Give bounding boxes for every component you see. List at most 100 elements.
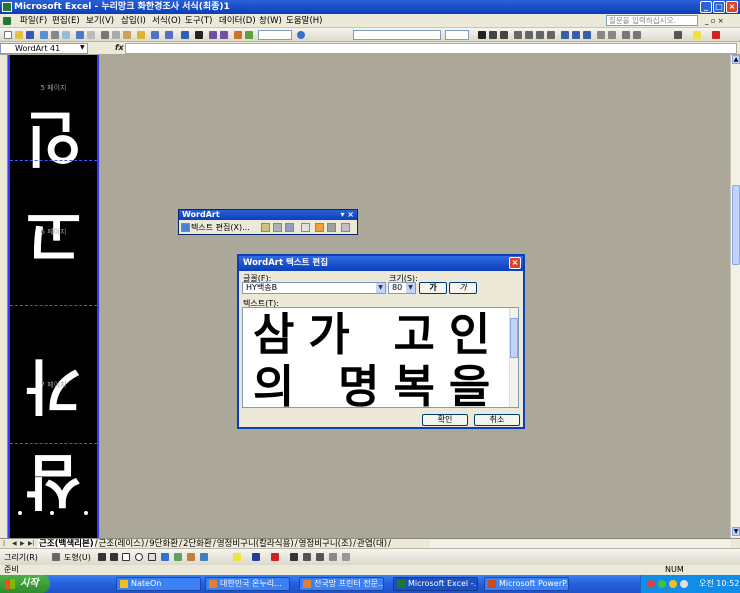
draw-menu-button[interactable]: 그리기(R)	[4, 552, 38, 563]
line-color-icon[interactable]	[252, 553, 260, 561]
fill-color-icon[interactable]	[693, 31, 701, 39]
borders-icon[interactable]	[674, 31, 682, 39]
font-name-combo[interactable]	[353, 30, 441, 40]
open-icon[interactable]	[15, 31, 23, 39]
scroll-thumb[interactable]	[510, 318, 518, 358]
horizontal-scrollbar[interactable]	[430, 540, 730, 548]
italic-button[interactable]: 가	[449, 282, 477, 294]
textbox-icon[interactable]	[148, 553, 156, 561]
menu-edit[interactable]: 편집(E)	[52, 15, 80, 27]
last-sheet-icon[interactable]: ▶|	[28, 540, 35, 547]
taskbar-item-powerpoint[interactable]: Microsoft PowerP...	[484, 577, 569, 591]
dash-style-icon[interactable]	[303, 553, 311, 561]
menu-help[interactable]: 도움말(H)	[286, 15, 322, 27]
picture-icon[interactable]	[200, 553, 208, 561]
insert-wordart-icon[interactable]	[161, 553, 169, 561]
decrease-indent-icon[interactable]	[622, 31, 630, 39]
taskbar-item-browser[interactable]: 대한민국 온누리...	[205, 577, 290, 591]
dialog-title-bar[interactable]: WordArt 텍스트 편집 ×	[239, 256, 523, 271]
dialog-close-button[interactable]: ×	[509, 257, 521, 269]
character-spacing-icon[interactable]	[341, 223, 350, 232]
decrease-decimal-icon[interactable]	[608, 31, 616, 39]
menu-file[interactable]: 파일(F)	[20, 15, 47, 27]
menu-format[interactable]: 서식(O)	[152, 15, 181, 27]
clock[interactable]: 오전 10:52	[699, 575, 739, 593]
insert-wordart-icon[interactable]	[181, 223, 190, 232]
resize-handle[interactable]	[18, 511, 22, 515]
oval-icon[interactable]	[135, 553, 143, 561]
menu-tools[interactable]: 도구(T)	[185, 15, 212, 27]
tray-icon[interactable]	[658, 580, 666, 588]
line-icon[interactable]	[98, 553, 106, 561]
taskbar-item-excel[interactable]: Microsoft Excel -...	[393, 577, 478, 591]
resize-handle[interactable]	[84, 511, 88, 515]
zoom-combo[interactable]	[258, 30, 292, 40]
alignment-icon[interactable]	[327, 223, 336, 232]
close-button[interactable]: ×	[726, 1, 738, 13]
sort-descending-icon[interactable]	[220, 31, 228, 39]
redo-icon[interactable]	[165, 31, 173, 39]
underline-icon[interactable]	[500, 31, 508, 39]
undo-icon[interactable]	[151, 31, 159, 39]
comma-icon[interactable]	[583, 31, 591, 39]
font-color-icon[interactable]	[271, 553, 279, 561]
ok-button[interactable]: 확인	[422, 414, 468, 426]
taskbar-item-nateon[interactable]: NateOn	[116, 577, 201, 591]
increase-decimal-icon[interactable]	[597, 31, 605, 39]
print-preview-icon[interactable]	[62, 31, 70, 39]
start-button[interactable]: 시작	[0, 575, 50, 593]
taskbar-item-browser-2[interactable]: 전국망 프린터 전문...	[299, 577, 384, 591]
rectangle-icon[interactable]	[122, 553, 130, 561]
research-icon[interactable]	[87, 31, 95, 39]
help-icon[interactable]	[297, 31, 305, 39]
spelling-icon[interactable]	[76, 31, 84, 39]
diagram-icon[interactable]	[174, 553, 182, 561]
format-wordart-icon[interactable]	[273, 223, 282, 232]
currency-icon[interactable]	[561, 31, 569, 39]
size-select[interactable]: 80 ▼	[388, 282, 416, 294]
paste-icon[interactable]	[123, 31, 131, 39]
cancel-button[interactable]: 취소	[474, 414, 520, 426]
scroll-down-icon[interactable]: ▼	[732, 527, 740, 536]
volume-icon[interactable]	[680, 580, 688, 588]
merge-center-icon[interactable]	[547, 31, 555, 39]
tray-icon[interactable]	[647, 580, 655, 588]
font-select[interactable]: HY백송B ▼	[242, 282, 386, 294]
font-color-icon[interactable]	[712, 31, 720, 39]
shadow-style-icon[interactable]	[329, 553, 337, 561]
vertical-text-icon[interactable]	[315, 223, 324, 232]
minimize-button[interactable]: _	[700, 1, 712, 13]
clipart-icon[interactable]	[187, 553, 195, 561]
3d-style-icon[interactable]	[342, 553, 350, 561]
maximize-button[interactable]: □	[713, 1, 725, 13]
menu-data[interactable]: 데이터(D)	[219, 15, 256, 27]
same-letter-heights-icon[interactable]	[301, 223, 310, 232]
copy-icon[interactable]	[112, 31, 120, 39]
cut-icon[interactable]	[101, 31, 109, 39]
excel-doc-icon[interactable]	[3, 17, 11, 25]
excel-app-icon[interactable]	[2, 2, 12, 12]
fill-color-icon[interactable]	[233, 553, 241, 561]
row-headers[interactable]	[0, 55, 8, 538]
chart-wizard-icon[interactable]	[234, 31, 242, 39]
text-scrollbar[interactable]	[509, 308, 518, 407]
chevron-down-icon[interactable]: ▼	[406, 283, 415, 293]
tray-icon[interactable]	[669, 580, 677, 588]
menu-insert[interactable]: 삽입(I)	[121, 15, 146, 27]
arrow-icon[interactable]	[110, 553, 118, 561]
wordart-text-input[interactable]: 삼가 고인 의 명복을	[242, 307, 519, 408]
line-style-icon[interactable]	[290, 553, 298, 561]
percent-icon[interactable]	[572, 31, 580, 39]
autoshapes-button[interactable]: 도형(U)	[64, 552, 91, 563]
close-icon[interactable]: ▾ ×	[340, 210, 354, 220]
resize-handle[interactable]	[50, 511, 54, 515]
help-search-input[interactable]: 질문을 입력하십시오.	[606, 15, 698, 26]
scroll-up-icon[interactable]: ▲	[732, 55, 740, 64]
align-left-icon[interactable]	[514, 31, 522, 39]
increase-indent-icon[interactable]	[633, 31, 641, 39]
sort-ascending-icon[interactable]	[209, 31, 217, 39]
italic-icon[interactable]	[489, 31, 497, 39]
hyperlink-icon[interactable]	[181, 31, 189, 39]
print-icon[interactable]	[51, 31, 59, 39]
new-icon[interactable]	[4, 31, 12, 39]
